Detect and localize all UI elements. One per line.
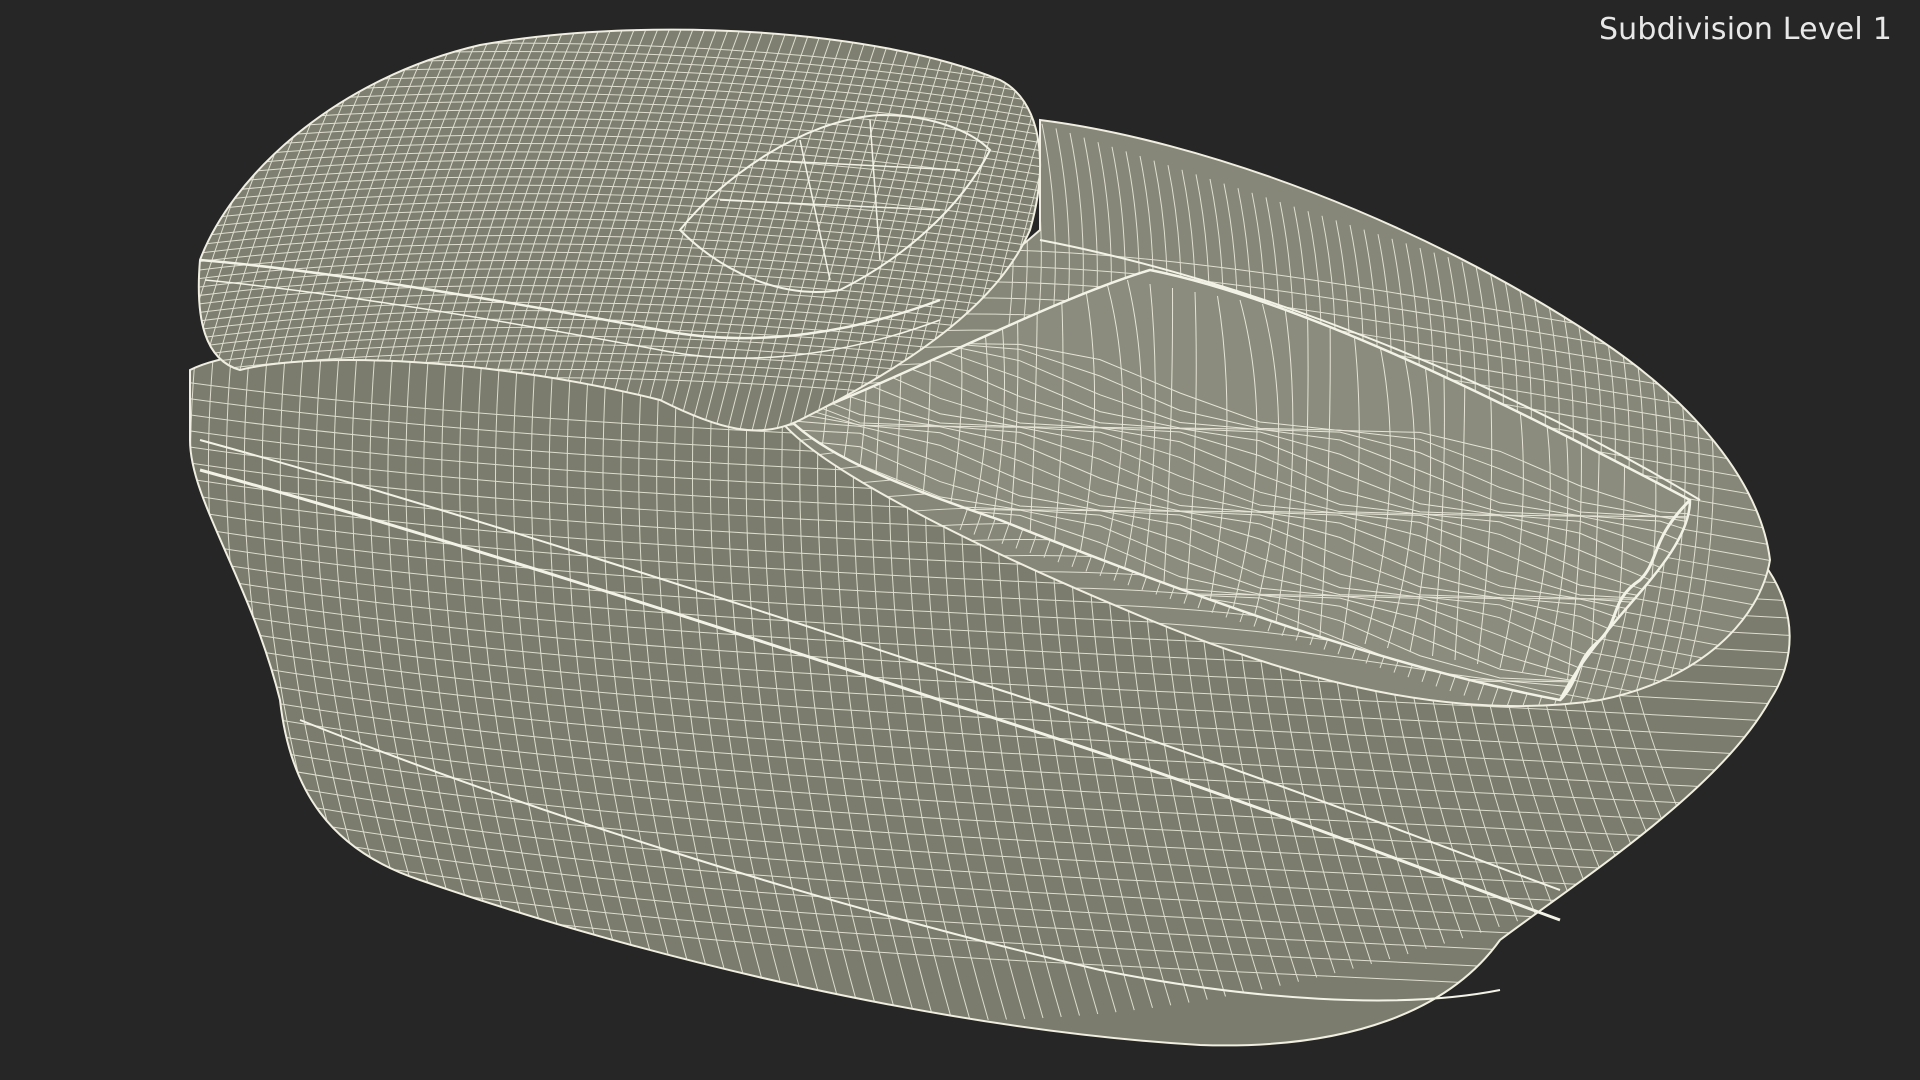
- subdivision-level-label: Subdivision Level 1: [1598, 12, 1892, 47]
- viewport: Subdivision Level 1: [0, 0, 1920, 1080]
- wireframe-render: [189, 28, 1791, 1047]
